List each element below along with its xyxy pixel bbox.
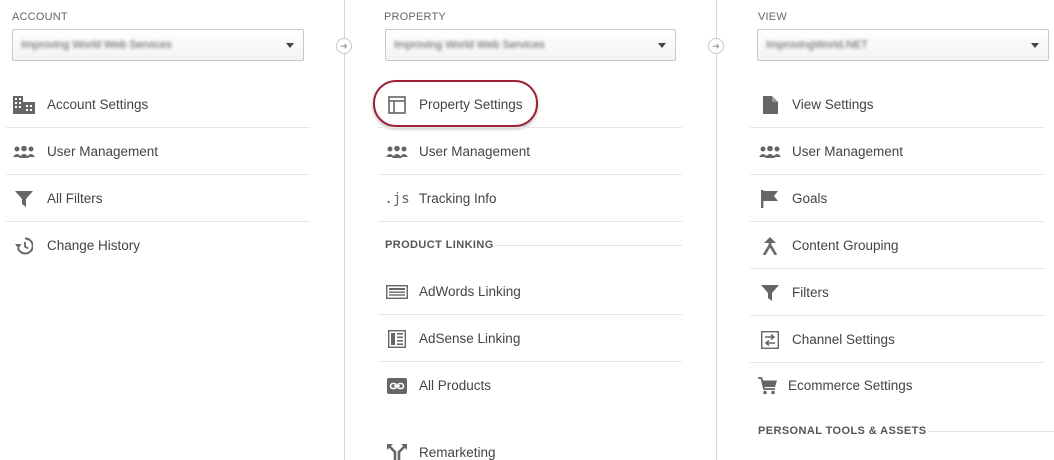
all-filters-label: All Filters [47,191,103,206]
column-divider [716,0,717,460]
change-history-item[interactable]: Change History [0,222,320,269]
adsense-linking-item[interactable]: AdSense Linking [372,315,692,362]
all-filters-item[interactable]: All Filters [0,175,320,222]
content-grouping-item[interactable]: Content Grouping [744,222,1054,269]
account-user-management-label: User Management [47,144,159,159]
account-settings-item[interactable]: Account Settings [0,81,320,128]
adwords-icon [386,281,408,303]
view-settings-label: View Settings [792,97,874,112]
view-settings-item[interactable]: View Settings [744,81,1054,128]
users-icon [13,141,35,163]
chevron-down-icon [658,43,666,48]
account-selector[interactable]: Improving World Web Services [12,29,304,61]
adwords-linking-item[interactable]: AdWords Linking [372,268,692,315]
remarketing-label: Remarketing [419,445,496,460]
view-user-management-item[interactable]: User Management [744,128,1054,175]
layout-icon [386,94,408,116]
remarketing-item[interactable]: Remarketing [372,429,692,460]
ecommerce-settings-label: Ecommerce Settings [788,378,913,393]
arrow-right-icon: ➔ [708,38,724,54]
channel-settings-item[interactable]: Channel Settings [744,316,1054,363]
adsense-linking-label: AdSense Linking [419,331,521,346]
adwords-linking-label: AdWords Linking [419,284,521,299]
change-history-label: Change History [47,238,141,253]
property-user-management-item[interactable]: User Management [372,128,692,175]
account-column: ACCOUNT Improving World Web Services Acc… [0,0,320,460]
view-menu: View Settings User Management Goals Cont… [744,81,1054,454]
view-header: VIEW [758,11,787,23]
channel-settings-label: Channel Settings [792,332,895,347]
account-header: ACCOUNT [12,11,68,23]
property-selector[interactable]: Improving World Web Services [385,29,676,61]
content-grouping-icon [759,235,781,257]
column-divider [344,0,345,460]
property-column: PROPERTY Improving World Web Services Pr… [372,0,692,460]
cart-icon [757,375,779,397]
account-selector-value: Improving World Web Services [21,39,172,51]
filters-label: Filters [792,285,829,300]
document-icon [759,94,781,116]
product-linking-section: PRODUCT LINKING [372,222,692,268]
flag-icon [759,188,781,210]
property-settings-label: Property Settings [419,97,523,112]
filter-icon [759,282,781,304]
property-header: PROPERTY [384,11,446,23]
product-linking-title: PRODUCT LINKING [385,239,494,251]
building-icon [13,94,35,116]
arrow-right-icon: ➔ [336,38,352,54]
account-user-management-item[interactable]: User Management [0,128,320,175]
view-column: VIEW ImprovingWorld.NET View Settings Us… [744,0,1054,460]
channel-icon [759,329,781,351]
view-selector[interactable]: ImprovingWorld.NET [757,29,1049,61]
history-icon [13,235,35,257]
property-selector-value: Improving World Web Services [394,39,545,51]
personal-tools-section: PERSONAL TOOLS & ASSETS [744,408,1054,454]
ecommerce-settings-item[interactable]: Ecommerce Settings [744,363,1054,408]
all-products-label: All Products [419,378,492,393]
users-icon [759,141,781,163]
view-user-management-label: User Management [792,144,904,159]
remarketing-icon [386,442,408,460]
chevron-down-icon [1031,43,1039,48]
property-menu: Property Settings User Management .js Tr… [372,80,692,460]
property-settings-item[interactable]: Property Settings [372,80,692,128]
tracking-info-item[interactable]: .js Tracking Info [372,175,692,222]
tracking-info-label: Tracking Info [419,191,497,206]
filter-icon [13,188,35,210]
chevron-down-icon [286,43,294,48]
goals-label: Goals [792,191,828,206]
account-menu: Account Settings User Management All Fil… [0,81,320,269]
users-icon [386,141,408,163]
all-products-item[interactable]: All Products [372,362,692,409]
property-user-management-label: User Management [419,144,531,159]
goals-item[interactable]: Goals [744,175,1054,222]
personal-tools-title: PERSONAL TOOLS & ASSETS [758,425,927,437]
view-selector-value: ImprovingWorld.NET [766,39,868,51]
link-icon [386,375,408,397]
content-grouping-label: Content Grouping [792,238,899,253]
section-divider [494,244,682,246]
adsense-icon [386,328,408,350]
filters-item[interactable]: Filters [744,269,1054,316]
section-divider [928,430,1054,432]
js-icon: .js [384,190,410,207]
account-settings-label: Account Settings [47,97,149,112]
